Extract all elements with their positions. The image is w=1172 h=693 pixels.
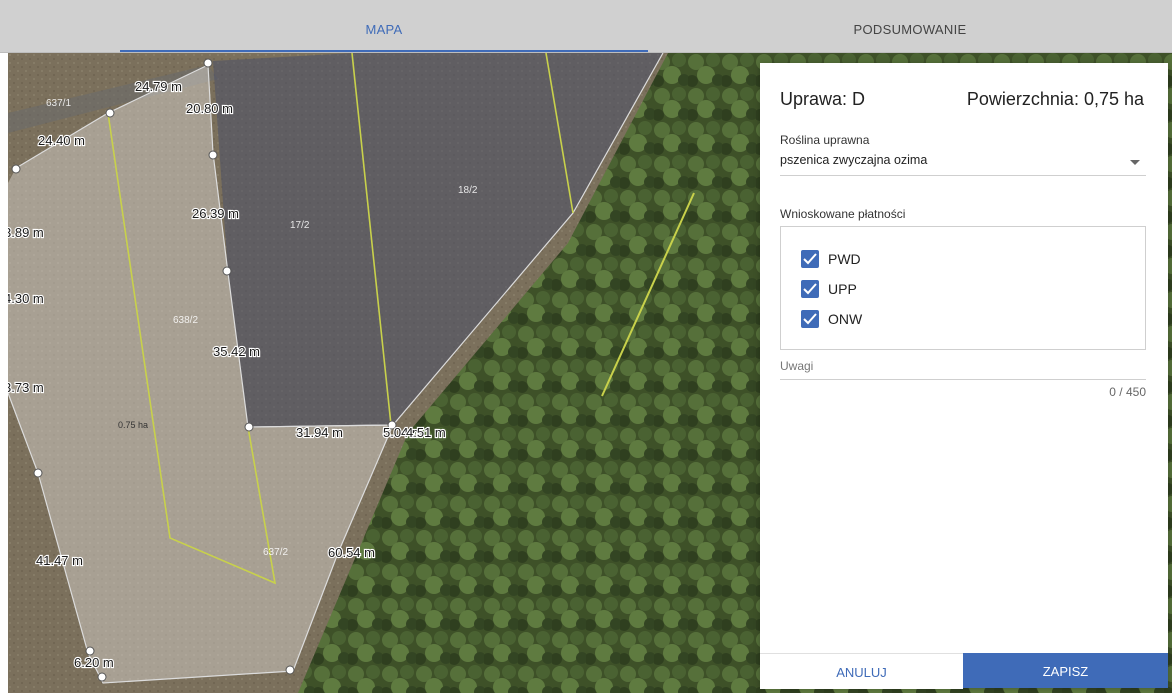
vertex-handle[interactable] (244, 422, 254, 432)
measurement-label: 4.30 m (8, 291, 44, 306)
active-tab-indicator (120, 50, 648, 52)
chevron-down-icon[interactable] (1130, 160, 1140, 165)
measurement-label: 24.79 m (135, 79, 182, 94)
vertex-handle[interactable] (105, 108, 115, 118)
notes-input[interactable]: Uwagi (780, 353, 1146, 380)
vertex-handle[interactable] (222, 266, 232, 276)
measurement-label: 20.80 m (186, 101, 233, 116)
plot-label: 637/2 (263, 547, 288, 558)
checkbox-label: ONW (828, 311, 863, 327)
tab-bar: MAPA PODSUMOWANIE (0, 0, 1172, 53)
measurement-label: 31.94 m (296, 425, 343, 440)
measurement-label: 4.51 m (406, 425, 446, 440)
plot-label: 17/2 (290, 220, 310, 231)
plot-label: 638/2 (173, 315, 198, 326)
checkbox-checked-icon[interactable] (801, 310, 819, 328)
measurement-label: 26.39 m (192, 206, 239, 221)
vertex-handle[interactable] (33, 468, 43, 478)
vertex-handle[interactable] (11, 164, 21, 174)
crop-details-panel: Uprawa: D Powierzchnia: 0,75 ha Roślina … (760, 63, 1168, 689)
plant-select-value: pszenica zwyczajna ozima (780, 153, 928, 167)
measurement-label: 60.54 m (328, 545, 375, 560)
plant-field-label: Roślina uprawna (780, 133, 870, 147)
measurement-label: 41.47 m (36, 553, 83, 568)
checkbox-checked-icon[interactable] (801, 250, 819, 268)
cancel-button[interactable]: ANULUJ (760, 653, 963, 689)
vertex-handle[interactable] (97, 672, 107, 682)
tab-podsumowanie[interactable]: PODSUMOWANIE (700, 0, 1120, 52)
plot-label: 637/1 (46, 98, 71, 109)
area-label: 0.75 ha (118, 420, 148, 430)
payments-label: Wnioskowane płatności (780, 207, 906, 221)
plot-label: 18/2 (458, 185, 478, 196)
area-title: Powierzchnia: 0,75 ha (966, 89, 1144, 109)
measurement-label: 3.73 m (8, 380, 44, 395)
measurement-label: 6.20 m (74, 655, 114, 670)
checkbox-label: PWD (828, 251, 861, 267)
vertex-handle[interactable] (208, 150, 218, 160)
save-button[interactable]: ZAPISZ (963, 653, 1168, 688)
measurement-label: 24.40 m (38, 133, 85, 148)
measurement-label: 3.89 m (8, 225, 44, 240)
tab-mapa[interactable]: MAPA (120, 0, 648, 52)
vertex-handle[interactable] (203, 58, 213, 68)
checkbox-checked-icon[interactable] (801, 280, 819, 298)
plant-select[interactable]: pszenica zwyczajna ozima (780, 149, 1146, 176)
notes-placeholder: Uwagi (780, 359, 814, 373)
notes-character-counter: 0 / 450 (1109, 385, 1146, 399)
checkbox-label: UPP (828, 281, 857, 297)
payments-box: PWD UPP ONW (780, 226, 1146, 350)
measurement-label: 35.42 m (213, 344, 260, 359)
crop-title: Uprawa: D (780, 89, 866, 109)
vertex-handle[interactable] (285, 665, 295, 675)
vertex-handle[interactable] (85, 646, 95, 656)
